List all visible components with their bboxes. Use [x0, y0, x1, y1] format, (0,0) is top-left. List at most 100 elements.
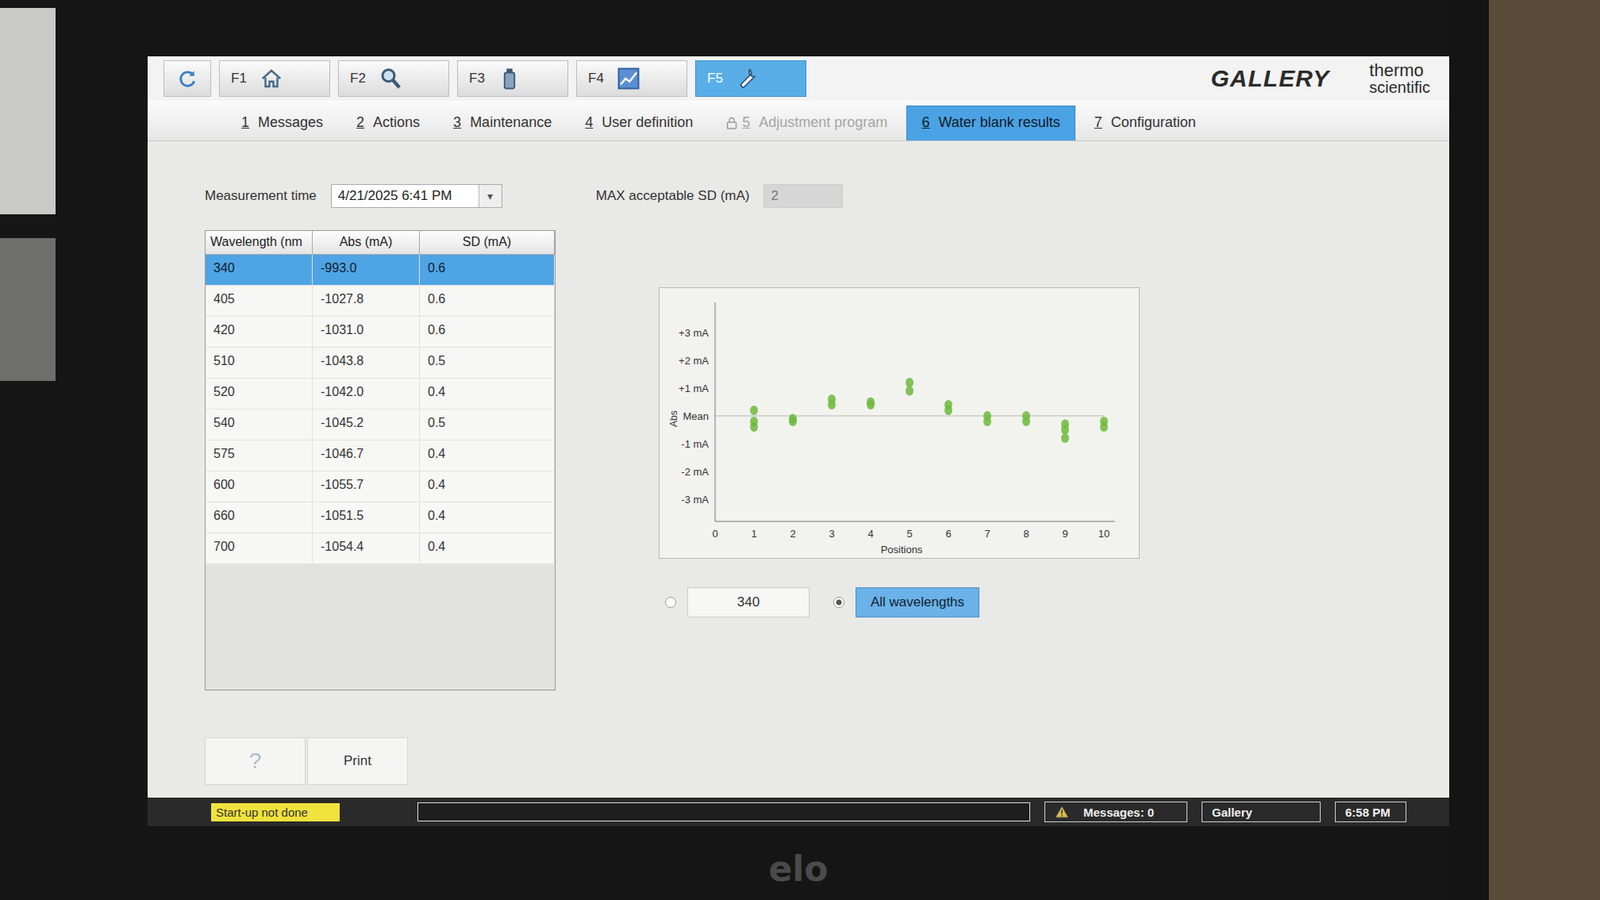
table-row[interactable]: 540-1045.20.5: [205, 409, 555, 441]
x-tick: 2: [789, 527, 796, 540]
content: Measurement time 4/21/2025 6:41 PM▾ MAX ac…: [147, 141, 1450, 738]
data-point[interactable]: [944, 405, 953, 416]
view-options: 340 All wavelengths: [658, 587, 1140, 618]
radio-icon[interactable]: [665, 596, 677, 608]
progress-bar: [417, 802, 1031, 822]
data-point[interactable]: [827, 400, 836, 410]
vendor-logo: thermoscientific: [1369, 61, 1431, 96]
table-row[interactable]: 575-1046.70.4: [205, 440, 555, 472]
data-point[interactable]: [1061, 433, 1070, 443]
y-tick: -1 mA: [680, 438, 709, 450]
tab-bar: 1Messages2Actions3Maintenance4User defin…: [147, 100, 1450, 142]
scatter-plot: +3 mA+2 mA+1 mAMean-1 mA-2 mA-3 mAAbs012…: [659, 288, 1139, 558]
y-tick: +3 mA: [678, 326, 709, 339]
max-sd-field[interactable]: 2: [763, 184, 843, 208]
screen: F1F2F3F4F5GALLERYthermoscientific1Messag…: [147, 56, 1450, 827]
x-tick: 7: [984, 527, 990, 540]
tab[interactable]: 4User definition: [570, 106, 708, 141]
product-logo: GALLERY: [1211, 65, 1331, 93]
data-point[interactable]: [1061, 425, 1070, 435]
tab[interactable]: 3Maintenance: [438, 106, 566, 141]
wrench-icon: [735, 66, 760, 91]
chart-button[interactable]: F4: [576, 60, 688, 97]
home-icon: [259, 66, 284, 91]
footer-button[interactable]: Print: [307, 737, 408, 785]
button-row: ?Print: [147, 737, 1450, 798]
wrench-button[interactable]: F5: [695, 60, 807, 97]
data-point[interactable]: [1100, 422, 1108, 432]
table-row[interactable]: 340-993.00.6: [205, 254, 555, 286]
warning-icon: [1054, 805, 1070, 819]
bottle-button[interactable]: F3: [457, 60, 569, 97]
y-axis-label: Abs: [668, 410, 680, 427]
max-sd-label: MAX acceptable SD (mA): [596, 188, 750, 204]
tab[interactable]: 2Actions: [342, 106, 435, 141]
view-option[interactable]: 340: [665, 587, 810, 618]
x-tick: 6: [945, 527, 951, 540]
status-bar: Start-up not doneMessages: 0Gallery6:58 …: [147, 797, 1450, 827]
lock-icon: [726, 116, 738, 130]
desk-background: [0, 0, 148, 900]
toolbar: F1F2F3F4F5 GALLERY thermoscientific: [147, 56, 1450, 101]
home-button[interactable]: F1: [219, 60, 331, 97]
system-name: Gallery: [1201, 801, 1321, 823]
brand: GALLERY thermoscientific: [1211, 61, 1431, 96]
search-button[interactable]: F2: [338, 60, 450, 97]
y-tick: -2 mA: [680, 465, 709, 478]
tab[interactable]: 5Adjustment program: [711, 106, 902, 141]
table-row[interactable]: 520-1042.00.4: [205, 378, 555, 410]
tab[interactable]: 6Water blank results: [906, 105, 1075, 141]
x-tick: 9: [1061, 527, 1068, 540]
data-point[interactable]: [788, 416, 797, 427]
data-point[interactable]: [1022, 416, 1031, 427]
data-point[interactable]: [983, 416, 992, 427]
table-row[interactable]: 510-1043.80.5: [205, 347, 555, 379]
tab[interactable]: 7Configuration: [1080, 106, 1211, 141]
startup-status: Start-up not done: [211, 803, 340, 822]
data-point[interactable]: [905, 377, 914, 388]
messages-indicator[interactable]: Messages: 0: [1044, 801, 1188, 823]
table-row[interactable]: 405-1027.80.6: [205, 285, 555, 317]
table-row[interactable]: 700-1054.40.4: [205, 533, 555, 565]
x-tick: 0: [711, 527, 718, 540]
refresh-button[interactable]: [163, 60, 212, 97]
measurement-select[interactable]: 4/21/2025 6:41 PM▾: [330, 184, 503, 208]
desk-background: [1449, 0, 1600, 900]
data-point[interactable]: [750, 422, 758, 432]
x-tick: 3: [828, 527, 835, 540]
bottle-icon: [497, 66, 522, 91]
device-block: [0, 238, 56, 381]
column-header[interactable]: Abs (mA): [312, 230, 420, 255]
x-axis-label: Positions: [880, 543, 924, 556]
data-point[interactable]: [905, 386, 914, 397]
refresh-icon: [176, 68, 198, 89]
view-option[interactable]: All wavelengths: [833, 587, 980, 618]
column-header[interactable]: Wavelength (nm: [205, 230, 313, 255]
photo: F1F2F3F4F5GALLERYthermoscientific1Messag…: [0, 0, 1600, 900]
y-tick: Mean: [682, 410, 709, 423]
y-tick: +2 mA: [678, 354, 709, 367]
table-row[interactable]: 660-1051.50.4: [205, 502, 555, 534]
monitor: F1F2F3F4F5GALLERYthermoscientific1Messag…: [147, 0, 1450, 900]
column-header[interactable]: SD (mA): [419, 230, 555, 255]
table-row[interactable]: 600-1055.70.4: [205, 471, 555, 503]
footer-button[interactable]: ?: [204, 737, 306, 785]
bezel: elo: [147, 826, 1450, 900]
x-tick: 5: [906, 527, 912, 540]
monitor-logo: elo: [768, 848, 828, 900]
measurement-label: Measurement time: [204, 188, 317, 204]
bezel: [147, 0, 1450, 57]
table-row[interactable]: 420-1031.00.6: [205, 316, 555, 348]
chart-icon: [616, 66, 641, 91]
chart: +3 mA+2 mA+1 mAMean-1 mA-2 mA-3 mAAbs012…: [658, 287, 1140, 559]
data-point[interactable]: [866, 400, 875, 410]
x-tick: 10: [1098, 527, 1110, 540]
x-tick: 1: [750, 527, 757, 540]
tab[interactable]: 1Messages: [226, 106, 338, 141]
y-tick: +1 mA: [678, 382, 709, 395]
series: [750, 377, 1108, 443]
results-table: Wavelength (nmAbs (mA)SD (mA)340-993.00.…: [204, 230, 556, 691]
data-point[interactable]: [750, 405, 758, 416]
radio-icon[interactable]: [833, 596, 845, 608]
dropdown-icon[interactable]: ▾: [478, 184, 502, 208]
